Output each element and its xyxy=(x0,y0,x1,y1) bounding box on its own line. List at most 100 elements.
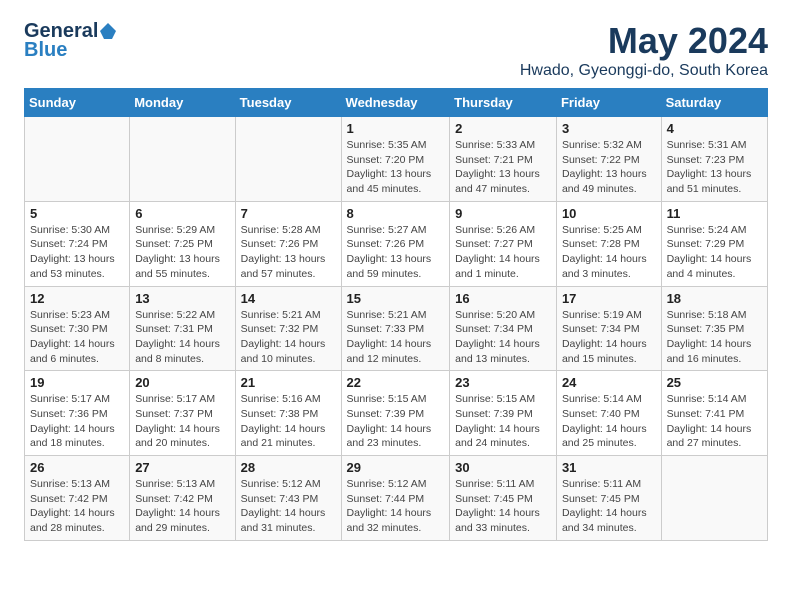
day-number: 27 xyxy=(135,460,229,475)
day-number: 11 xyxy=(667,206,762,221)
day-number: 13 xyxy=(135,291,229,306)
day-number: 22 xyxy=(347,375,445,390)
day-number: 18 xyxy=(667,291,762,306)
calendar-cell: 8Sunrise: 5:27 AMSunset: 7:26 PMDaylight… xyxy=(341,201,450,286)
cell-sun-info: Sunrise: 5:21 AMSunset: 7:33 PMDaylight:… xyxy=(347,308,445,367)
calendar-cell: 30Sunrise: 5:11 AMSunset: 7:45 PMDayligh… xyxy=(450,456,557,541)
logo: General Blue xyxy=(24,20,117,62)
day-number: 16 xyxy=(455,291,551,306)
cell-sun-info: Sunrise: 5:13 AMSunset: 7:42 PMDaylight:… xyxy=(135,477,229,536)
day-of-week-header: Monday xyxy=(130,89,235,117)
cell-sun-info: Sunrise: 5:30 AMSunset: 7:24 PMDaylight:… xyxy=(30,223,124,282)
calendar-cell: 21 Sunrise: 5:16 AMSunset: 7:38 PMDayligh… xyxy=(235,371,341,456)
day-number: 24 xyxy=(562,375,656,390)
location-title: Hwado, Gyeonggi-do, South Korea xyxy=(520,62,768,80)
day-of-week-header: Sunday xyxy=(25,89,130,117)
calendar-week-row: 19 Sunrise: 5:17 AMSunset: 7:36 PMDayligh… xyxy=(25,371,768,456)
day-of-week-header: Tuesday xyxy=(235,89,341,117)
day-number: 31 xyxy=(562,460,656,475)
cell-sun-info: Sunrise: 5:15 AMSunset: 7:39 PMDaylight:… xyxy=(347,392,445,451)
cell-sun-info: Sunrise: 5:26 AMSunset: 7:27 PMDaylight:… xyxy=(455,223,551,282)
calendar-cell: 19 Sunrise: 5:17 AMSunset: 7:36 PMDayligh… xyxy=(25,371,130,456)
day-number: 12 xyxy=(30,291,124,306)
cell-sun-info: Sunrise: 5:29 AMSunset: 7:25 PMDaylight:… xyxy=(135,223,229,282)
calendar-cell: 25Sunrise: 5:14 AMSunset: 7:41 PMDayligh… xyxy=(661,371,767,456)
calendar-cell: 6 Sunrise: 5:29 AMSunset: 7:25 PMDaylight… xyxy=(130,201,235,286)
calendar-table: SundayMondayTuesdayWednesdayThursdayFrid… xyxy=(24,88,768,541)
page-header: General Blue May 2024 Hwado, Gyeonggi-do… xyxy=(24,20,768,80)
calendar-cell: 9 Sunrise: 5:26 AMSunset: 7:27 PMDaylight… xyxy=(450,201,557,286)
cell-sun-info: Sunrise: 5:11 AMSunset: 7:45 PMDaylight:… xyxy=(455,477,551,536)
day-number: 29 xyxy=(347,460,445,475)
day-number: 5 xyxy=(30,206,124,221)
calendar-cell: 16 Sunrise: 5:20 AMSunset: 7:34 PMDayligh… xyxy=(450,286,557,371)
calendar-cell xyxy=(25,117,130,202)
cell-sun-info: Sunrise: 5:25 AMSunset: 7:28 PMDaylight:… xyxy=(562,223,656,282)
calendar-cell: 15 Sunrise: 5:21 AMSunset: 7:33 PMDayligh… xyxy=(341,286,450,371)
calendar-title-area: May 2024 Hwado, Gyeonggi-do, South Korea xyxy=(520,20,768,80)
cell-sun-info: Sunrise: 5:28 AMSunset: 7:26 PMDaylight:… xyxy=(241,223,336,282)
cell-sun-info: Sunrise: 5:24 AMSunset: 7:29 PMDaylight:… xyxy=(667,223,762,282)
calendar-cell: 20Sunrise: 5:17 AMSunset: 7:37 PMDayligh… xyxy=(130,371,235,456)
day-number: 17 xyxy=(562,291,656,306)
calendar-cell: 24 Sunrise: 5:14 AMSunset: 7:40 PMDayligh… xyxy=(556,371,661,456)
day-number: 25 xyxy=(667,375,762,390)
calendar-cell: 27 Sunrise: 5:13 AMSunset: 7:42 PMDayligh… xyxy=(130,456,235,541)
day-number: 21 xyxy=(241,375,336,390)
calendar-cell: 5 Sunrise: 5:30 AMSunset: 7:24 PMDaylight… xyxy=(25,201,130,286)
cell-sun-info: Sunrise: 5:18 AMSunset: 7:35 PMDaylight:… xyxy=(667,308,762,367)
cell-sun-info: Sunrise: 5:33 AMSunset: 7:21 PMDaylight:… xyxy=(455,138,551,197)
cell-sun-info: Sunrise: 5:11 AMSunset: 7:45 PMDaylight:… xyxy=(562,477,656,536)
month-title: May 2024 xyxy=(520,20,768,62)
day-number: 9 xyxy=(455,206,551,221)
calendar-cell: 13 Sunrise: 5:22 AMSunset: 7:31 PMDayligh… xyxy=(130,286,235,371)
cell-sun-info: Sunrise: 5:14 AMSunset: 7:40 PMDaylight:… xyxy=(562,392,656,451)
logo-blue-text: Blue xyxy=(24,39,67,62)
day-number: 6 xyxy=(135,206,229,221)
cell-sun-info: Sunrise: 5:35 AMSunset: 7:20 PMDaylight:… xyxy=(347,138,445,197)
day-number: 7 xyxy=(241,206,336,221)
calendar-cell xyxy=(661,456,767,541)
cell-sun-info: Sunrise: 5:20 AMSunset: 7:34 PMDaylight:… xyxy=(455,308,551,367)
day-of-week-header: Thursday xyxy=(450,89,557,117)
day-number: 10 xyxy=(562,206,656,221)
cell-sun-info: Sunrise: 5:22 AMSunset: 7:31 PMDaylight:… xyxy=(135,308,229,367)
calendar-cell: 11 Sunrise: 5:24 AMSunset: 7:29 PMDayligh… xyxy=(661,201,767,286)
calendar-week-row: 1 Sunrise: 5:35 AMSunset: 7:20 PMDaylight… xyxy=(25,117,768,202)
day-number: 1 xyxy=(347,121,445,136)
cell-sun-info: Sunrise: 5:31 AMSunset: 7:23 PMDaylight:… xyxy=(667,138,762,197)
day-number: 20 xyxy=(135,375,229,390)
calendar-cell: 4 Sunrise: 5:31 AMSunset: 7:23 PMDaylight… xyxy=(661,117,767,202)
day-of-week-header: Wednesday xyxy=(341,89,450,117)
calendar-cell: 14 Sunrise: 5:21 AMSunset: 7:32 PMDayligh… xyxy=(235,286,341,371)
calendar-cell: 29 Sunrise: 5:12 AMSunset: 7:44 PMDayligh… xyxy=(341,456,450,541)
day-number: 14 xyxy=(241,291,336,306)
day-number: 8 xyxy=(347,206,445,221)
day-number: 28 xyxy=(241,460,336,475)
cell-sun-info: Sunrise: 5:19 AMSunset: 7:34 PMDaylight:… xyxy=(562,308,656,367)
cell-sun-info: Sunrise: 5:21 AMSunset: 7:32 PMDaylight:… xyxy=(241,308,336,367)
cell-sun-info: Sunrise: 5:12 AMSunset: 7:44 PMDaylight:… xyxy=(347,477,445,536)
day-number: 19 xyxy=(30,375,124,390)
calendar-cell: 10 Sunrise: 5:25 AMSunset: 7:28 PMDayligh… xyxy=(556,201,661,286)
cell-sun-info: Sunrise: 5:12 AMSunset: 7:43 PMDaylight:… xyxy=(241,477,336,536)
calendar-cell: 2Sunrise: 5:33 AMSunset: 7:21 PMDaylight… xyxy=(450,117,557,202)
calendar-cell: 22 Sunrise: 5:15 AMSunset: 7:39 PMDayligh… xyxy=(341,371,450,456)
day-number: 15 xyxy=(347,291,445,306)
cell-sun-info: Sunrise: 5:13 AMSunset: 7:42 PMDaylight:… xyxy=(30,477,124,536)
calendar-week-row: 12Sunrise: 5:23 AMSunset: 7:30 PMDayligh… xyxy=(25,286,768,371)
calendar-cell: 1 Sunrise: 5:35 AMSunset: 7:20 PMDaylight… xyxy=(341,117,450,202)
day-number: 4 xyxy=(667,121,762,136)
cell-sun-info: Sunrise: 5:15 AMSunset: 7:39 PMDaylight:… xyxy=(455,392,551,451)
calendar-cell: 23Sunrise: 5:15 AMSunset: 7:39 PMDayligh… xyxy=(450,371,557,456)
day-number: 26 xyxy=(30,460,124,475)
calendar-week-row: 26 Sunrise: 5:13 AMSunset: 7:42 PMDayligh… xyxy=(25,456,768,541)
cell-sun-info: Sunrise: 5:16 AMSunset: 7:38 PMDaylight:… xyxy=(241,392,336,451)
logo-icon xyxy=(99,22,117,40)
cell-sun-info: Sunrise: 5:17 AMSunset: 7:36 PMDaylight:… xyxy=(30,392,124,451)
calendar-cell: 28 Sunrise: 5:12 AMSunset: 7:43 PMDayligh… xyxy=(235,456,341,541)
calendar-cell: 17 Sunrise: 5:19 AMSunset: 7:34 PMDayligh… xyxy=(556,286,661,371)
calendar-cell: 12Sunrise: 5:23 AMSunset: 7:30 PMDayligh… xyxy=(25,286,130,371)
calendar-cell: 18 Sunrise: 5:18 AMSunset: 7:35 PMDayligh… xyxy=(661,286,767,371)
calendar-cell: 26 Sunrise: 5:13 AMSunset: 7:42 PMDayligh… xyxy=(25,456,130,541)
